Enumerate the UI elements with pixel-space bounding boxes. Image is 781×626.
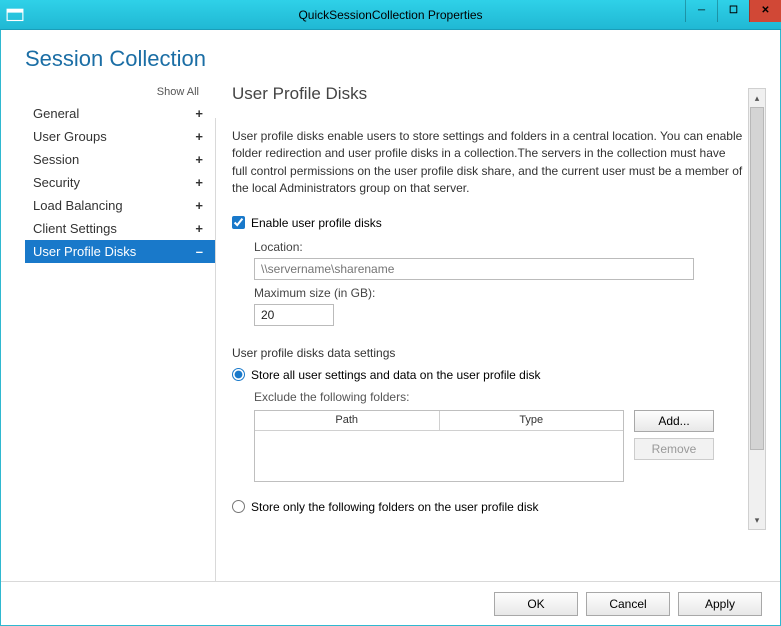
expand-icon: + — [195, 175, 203, 190]
scroll-thumb[interactable] — [750, 107, 764, 450]
exclude-folders-label: Exclude the following folders: — [254, 390, 744, 404]
sidebar-item-session[interactable]: Session + — [25, 148, 215, 171]
radio-store-all[interactable] — [232, 368, 245, 381]
table-buttons: Add... Remove — [634, 410, 714, 482]
scroll-up-arrow-icon[interactable]: ▴ — [749, 89, 765, 107]
sidebar: Show All General + User Groups + Session… — [25, 78, 215, 588]
expand-icon: + — [195, 129, 203, 144]
scroll-track[interactable] — [749, 107, 765, 511]
section-heading: User Profile Disks — [232, 84, 744, 104]
sidebar-item-label: Client Settings — [33, 221, 117, 236]
expand-icon: + — [195, 152, 203, 167]
radio-store-only-row[interactable]: Store only the following folders on the … — [232, 500, 744, 514]
sidebar-item-user-profile-disks[interactable]: User Profile Disks – — [25, 240, 215, 263]
remove-button: Remove — [634, 438, 714, 460]
column-type[interactable]: Type — [440, 411, 624, 430]
dialog-footer: OK Cancel Apply — [1, 581, 780, 625]
enable-upd-checkbox-row[interactable]: Enable user profile disks — [232, 216, 744, 230]
radio-store-only[interactable] — [232, 500, 245, 513]
close-button[interactable]: ✕ — [749, 0, 781, 22]
show-all-link[interactable]: Show All — [25, 86, 215, 102]
window-controls: ─ ☐ ✕ — [685, 0, 781, 22]
data-settings-label: User profile disks data settings — [232, 346, 744, 360]
expand-icon: + — [195, 106, 203, 121]
sidebar-item-label: General — [33, 106, 79, 121]
upd-settings-group: Location: Maximum size (in GB): — [254, 240, 744, 326]
sidebar-item-security[interactable]: Security + — [25, 171, 215, 194]
maxsize-input[interactable] — [254, 304, 334, 326]
add-button[interactable]: Add... — [634, 410, 714, 432]
expand-icon: + — [195, 221, 203, 236]
main-scroll-region: User Profile Disks User profile disks en… — [232, 84, 748, 588]
exclude-folders-table[interactable]: Path Type — [254, 410, 624, 482]
ok-button[interactable]: OK — [494, 592, 578, 616]
content-area: Show All General + User Groups + Session… — [1, 78, 780, 588]
vertical-divider — [215, 118, 216, 588]
vertical-scrollbar[interactable]: ▴ ▾ — [748, 88, 766, 530]
exclude-table-row: Path Type Add... Remove — [254, 410, 744, 482]
dialog-header: Session Collection — [1, 30, 780, 78]
page-title: Session Collection — [25, 46, 756, 72]
sidebar-item-user-groups[interactable]: User Groups + — [25, 125, 215, 148]
scroll-down-arrow-icon[interactable]: ▾ — [749, 511, 765, 529]
minimize-button[interactable]: ─ — [685, 0, 717, 22]
sidebar-item-label: Load Balancing — [33, 198, 123, 213]
apply-button[interactable]: Apply — [678, 592, 762, 616]
main-panel: User Profile Disks User profile disks en… — [222, 78, 772, 588]
table-header: Path Type — [255, 411, 623, 431]
section-description: User profile disks enable users to store… — [232, 128, 744, 198]
maxsize-label: Maximum size (in GB): — [254, 286, 744, 300]
sidebar-item-label: User Profile Disks — [33, 244, 136, 259]
cancel-button[interactable]: Cancel — [586, 592, 670, 616]
enable-upd-label: Enable user profile disks — [251, 216, 382, 230]
window-title: QuickSessionCollection Properties — [0, 8, 781, 22]
sidebar-item-general[interactable]: General + — [25, 102, 215, 125]
column-path[interactable]: Path — [255, 411, 440, 430]
sidebar-item-label: Session — [33, 152, 79, 167]
expand-icon: + — [195, 198, 203, 213]
radio-store-only-label: Store only the following folders on the … — [251, 500, 539, 514]
location-input[interactable] — [254, 258, 694, 280]
sidebar-item-load-balancing[interactable]: Load Balancing + — [25, 194, 215, 217]
location-label: Location: — [254, 240, 744, 254]
radio-store-all-row[interactable]: Store all user settings and data on the … — [232, 368, 744, 382]
maximize-button[interactable]: ☐ — [717, 0, 749, 22]
collapse-icon: – — [196, 244, 203, 259]
enable-upd-checkbox[interactable] — [232, 216, 245, 229]
radio-store-all-label: Store all user settings and data on the … — [251, 368, 541, 382]
sidebar-item-label: User Groups — [33, 129, 107, 144]
titlebar: QuickSessionCollection Properties ─ ☐ ✕ — [0, 0, 781, 30]
sidebar-item-client-settings[interactable]: Client Settings + — [25, 217, 215, 240]
sidebar-item-label: Security — [33, 175, 80, 190]
window-body: Session Collection Show All General + Us… — [0, 30, 781, 626]
